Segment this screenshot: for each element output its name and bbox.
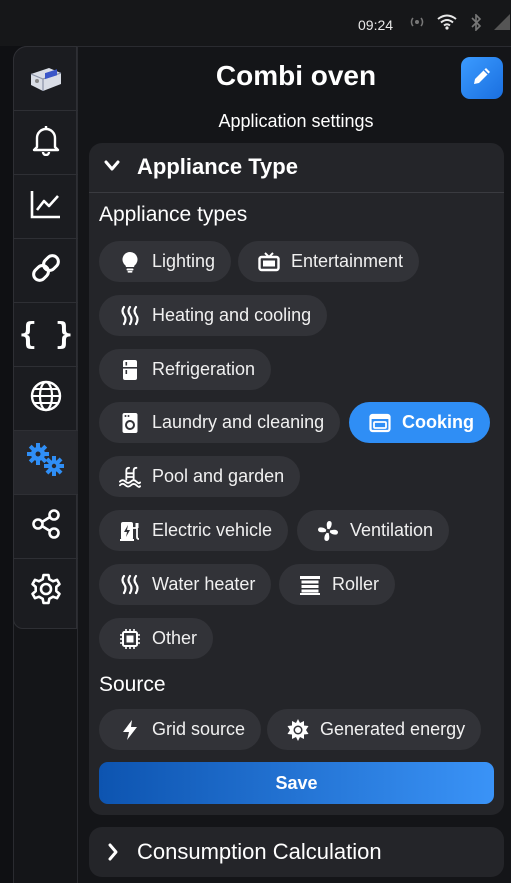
- ev-charger-icon: [119, 520, 141, 542]
- chip-refrigeration[interactable]: Refrigeration: [99, 349, 272, 390]
- chip-laundry-and-cleaning[interactable]: Laundry and cleaning: [99, 402, 341, 443]
- heat-waves-icon: [119, 305, 141, 327]
- chip-grid-source[interactable]: Grid source: [99, 709, 262, 750]
- pencil-icon: [471, 65, 493, 92]
- bolt-icon: [119, 719, 141, 741]
- chip-label: Other: [152, 628, 198, 648]
- chip-label: Roller: [332, 574, 380, 594]
- fridge-icon: [119, 359, 141, 381]
- rail-settings[interactable]: [14, 559, 78, 623]
- chip-label: Lighting: [152, 251, 216, 271]
- chip-label: Electric vehicle: [152, 520, 273, 540]
- share-icon: [30, 508, 62, 545]
- chip-entertainment[interactable]: Entertainment: [238, 241, 420, 282]
- oven-icon: [369, 412, 391, 434]
- cogs-icon: [25, 442, 67, 483]
- appliance-types-label: Appliance types: [99, 203, 248, 226]
- chip-lighting[interactable]: Lighting: [99, 241, 232, 282]
- chip-label: Entertainment: [291, 251, 404, 271]
- chip-ventilation[interactable]: Ventilation: [297, 510, 450, 551]
- chip-generated-energy[interactable]: Generated energy: [267, 709, 482, 750]
- pool-icon: [119, 466, 141, 488]
- rail-network[interactable]: [14, 367, 78, 431]
- status-time: 09:24: [358, 17, 394, 33]
- chip-label: Water heater: [152, 574, 256, 594]
- rail-links[interactable]: [14, 239, 78, 303]
- chip-other[interactable]: Other: [99, 618, 214, 659]
- page-title: Combi oven: [215, 60, 377, 91]
- appliance-type-header[interactable]: Appliance Type: [89, 143, 504, 193]
- chip-label: Pool and garden: [152, 466, 285, 486]
- link-icon: [29, 251, 63, 290]
- heat-waves-icon: [119, 574, 141, 596]
- chip-label: Laundry and cleaning: [152, 412, 325, 432]
- chart-icon: [30, 189, 62, 224]
- chip-pool-and-garden[interactable]: Pool and garden: [99, 456, 301, 497]
- bluetooth-icon: [470, 13, 482, 36]
- lightbulb-icon: [119, 251, 141, 273]
- chip-heating-and-cooling[interactable]: Heating and cooling: [99, 295, 328, 336]
- rail-code[interactable]: { }: [14, 303, 78, 367]
- consumption-calculation-title: Consumption Calculation: [137, 839, 382, 864]
- bell-icon: [31, 124, 61, 161]
- tv-icon: [258, 251, 280, 273]
- consumption-calculation-panel[interactable]: Consumption Calculation: [89, 827, 504, 877]
- chip-electric-vehicle[interactable]: Electric vehicle: [99, 510, 289, 551]
- page-subtitle: Application settings: [218, 111, 374, 131]
- hotspot-icon: [408, 14, 426, 35]
- status-bar: 09:24: [0, 0, 511, 46]
- chip-label: Refrigeration: [152, 359, 256, 379]
- chip-label: Cooking: [402, 412, 474, 432]
- chip-label: Grid source: [152, 719, 246, 739]
- chip-label: Heating and cooling: [152, 305, 312, 325]
- appliance-type-title: Appliance Type: [137, 154, 298, 179]
- globe-icon: [30, 380, 62, 417]
- device-thumbnail[interactable]: [14, 47, 78, 111]
- wifi-icon: [437, 14, 457, 35]
- fan-icon: [317, 520, 339, 542]
- signal-icon: [493, 14, 511, 36]
- braces-icon: { }: [18, 317, 74, 352]
- source-label: Source: [99, 673, 166, 696]
- settings-icon: [29, 572, 63, 611]
- sun-icon: [287, 718, 309, 741]
- chip-icon: [119, 628, 141, 650]
- chip-label: Generated energy: [320, 719, 466, 739]
- rail-notifications[interactable]: [14, 111, 78, 175]
- rail-integrations[interactable]: [14, 495, 78, 559]
- washer-icon: [119, 412, 141, 434]
- chip-label: Ventilation: [350, 520, 434, 540]
- nav-rail: { }: [13, 46, 78, 629]
- chevron-right-icon: [106, 842, 120, 867]
- save-button[interactable]: Save: [99, 762, 494, 804]
- shutter-icon: [299, 574, 321, 596]
- rail-charts[interactable]: [14, 175, 78, 239]
- edit-button[interactable]: [461, 57, 503, 99]
- chip-cooking[interactable]: Cooking: [349, 402, 490, 443]
- chip-water-heater[interactable]: Water heater: [99, 564, 272, 605]
- rail-applications[interactable]: [14, 431, 78, 495]
- chevron-down-icon: [103, 159, 121, 178]
- chip-roller[interactable]: Roller: [279, 564, 396, 605]
